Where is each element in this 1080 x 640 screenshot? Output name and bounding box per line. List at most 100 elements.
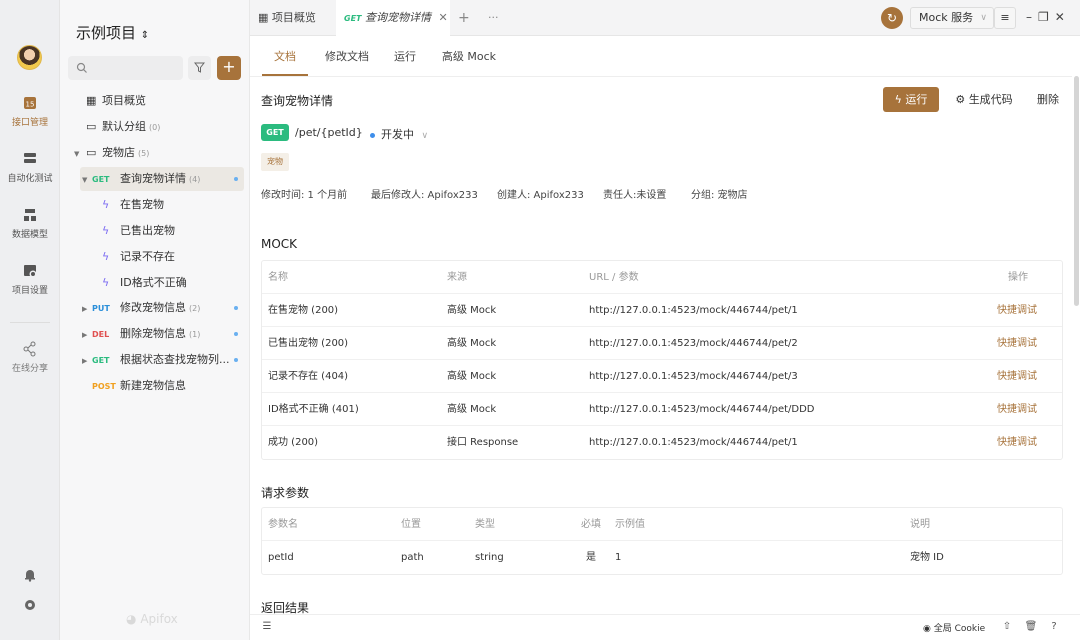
tree-search-input[interactable] xyxy=(68,56,183,80)
param-location: path xyxy=(401,552,424,563)
rail-item-label: 项目设置 xyxy=(11,286,48,296)
project-switcher[interactable]: 示例项目 ⇕ xyxy=(76,22,149,43)
close-icon[interactable]: ✕ xyxy=(439,11,448,24)
menu-icon[interactable]: ≡ xyxy=(994,7,1016,29)
minimize-icon[interactable]: – xyxy=(1026,10,1038,24)
quick-debug-link[interactable]: 快捷调试 xyxy=(997,426,1037,459)
mock-name: 已售出宠物 (200) xyxy=(268,338,349,349)
help-icon[interactable]: ? xyxy=(1047,621,1061,635)
rail-item-api-management[interactable]: 15 接口管理 xyxy=(0,95,60,128)
generate-code-button[interactable]: ⚙ 生成代码 xyxy=(946,87,1022,112)
mock-url[interactable]: http://127.0.0.1:4523/mock/446744/pet/3 xyxy=(589,360,798,393)
window-close-icon[interactable]: ✕ xyxy=(1055,10,1071,24)
mock-url[interactable]: http://127.0.0.1:4523/mock/446744/pet/DD… xyxy=(589,393,814,426)
environment-select[interactable]: Mock 服务 ∨ xyxy=(910,7,994,29)
status-dot xyxy=(370,132,375,138)
run-button[interactable]: ϟ 运行 xyxy=(883,87,939,112)
quick-debug-link[interactable]: 快捷调试 xyxy=(997,327,1037,360)
method-badge: PUT xyxy=(92,304,110,313)
settings-gear-icon[interactable] xyxy=(23,598,37,612)
meta-group: 分组: 宠物店 xyxy=(691,190,748,201)
tree-item-endpoint[interactable]: ▶ GET 根据状态查找宠物列... xyxy=(60,348,250,372)
mock-url[interactable]: http://127.0.0.1:4523/mock/446744/pet/1 xyxy=(589,294,798,327)
status-dot xyxy=(234,177,238,181)
doc-tab-advanced-mock[interactable]: 高级 Mock xyxy=(440,36,498,76)
page-title: 查询宠物详情 xyxy=(261,94,334,108)
doc-tab-run[interactable]: 运行 xyxy=(390,36,420,76)
tree-item-case[interactable]: ϟ 已售出宠物 xyxy=(60,219,250,243)
tree-item-endpoint[interactable]: POST 新建宠物信息 xyxy=(60,374,250,398)
new-tab-button[interactable]: + xyxy=(458,0,474,36)
rail-item-share[interactable]: 在线分享 xyxy=(0,341,60,374)
mock-url[interactable]: http://127.0.0.1:4523/mock/446744/pet/2 xyxy=(589,327,798,360)
mock-source: 高级 Mock xyxy=(447,338,497,349)
scrollbar[interactable] xyxy=(1074,76,1079,306)
tree-item-endpoint[interactable]: ▶ PUT 修改宠物信息 (2) xyxy=(60,296,250,320)
sync-icon[interactable]: ↻ xyxy=(881,7,903,29)
tab-bar: ▦ 项目概览 GET 查询宠物详情 ✕ + ··· ↻ Mock 服务 ∨ ≡ –… xyxy=(250,0,1080,36)
share-icon xyxy=(23,341,36,357)
table-row: ID格式不正确 (401) 高级 Mock http://127.0.0.1:4… xyxy=(262,393,1062,426)
environment-label: Mock 服务 xyxy=(919,11,974,24)
mock-source: 高级 Mock xyxy=(447,371,497,382)
column-header: 位置 xyxy=(401,519,421,530)
upload-icon[interactable]: ⇧ xyxy=(1000,621,1014,635)
bolt-icon: ϟ xyxy=(102,224,110,237)
mock-url[interactable]: http://127.0.0.1:4523/mock/446744/pet/1 xyxy=(589,426,798,459)
status-dot xyxy=(234,358,238,362)
tree-item-count: (0) xyxy=(149,123,161,132)
tree-item-default-group[interactable]: ▭ 默认分组 (0) xyxy=(60,115,250,139)
bolt-icon: ϟ xyxy=(102,250,110,263)
rail-item-automation-test[interactable]: 自动化测试 xyxy=(0,151,60,184)
caret-down-icon: ▼ xyxy=(74,150,80,158)
params-table: 参数名 位置 类型 必填 示例值 说明 petId path string 是 … xyxy=(261,507,1063,575)
global-cookie-button[interactable]: ◉ 全局 Cookie xyxy=(923,621,985,634)
tree-item-case[interactable]: ϟ ID格式不正确 xyxy=(60,271,250,295)
rail-item-label: 自动化测试 xyxy=(7,174,53,184)
tab-label: 项目概览 xyxy=(271,11,316,24)
tree-item-endpoint[interactable]: ▼ GET 查询宠物详情 (4) xyxy=(80,167,244,191)
rail-item-data-model[interactable]: 数据模型 xyxy=(0,207,60,240)
table-row: 成功 (200) 接口 Response http://127.0.0.1:45… xyxy=(262,426,1062,459)
trash-icon[interactable]: 🗑 xyxy=(1024,621,1038,635)
quick-debug-link[interactable]: 快捷调试 xyxy=(997,393,1037,426)
tree-item-count: (4) xyxy=(189,175,201,184)
delete-button[interactable]: 删除 xyxy=(1028,87,1068,112)
quick-debug-link[interactable]: 快捷调试 xyxy=(997,360,1037,393)
tab-overview[interactable]: ▦ 项目概览 xyxy=(258,0,334,36)
generate-code-label: 生成代码 xyxy=(968,93,1013,106)
filter-button[interactable] xyxy=(188,56,211,80)
caret-right-icon: ▶ xyxy=(82,331,88,339)
tab-endpoint-detail[interactable]: GET 查询宠物详情 ✕ xyxy=(336,0,450,36)
tree-item-pet-store[interactable]: ▼ ▭ 宠物店 (5) xyxy=(60,141,250,165)
tree-item-label: 新建宠物信息 xyxy=(120,379,186,392)
status-select[interactable]: 开发中 ∨ xyxy=(370,126,428,142)
apifox-watermark: ◕ Apifox xyxy=(126,612,178,626)
tree-item-overview[interactable]: ▦ 项目概览 xyxy=(60,89,250,113)
tree-item-case[interactable]: ϟ 在售宠物 xyxy=(60,193,250,217)
tree-item-endpoint[interactable]: ▶ DEL 删除宠物信息 (1) xyxy=(60,322,250,346)
meta-modified: 修改时间: 1 个月前 xyxy=(261,190,348,201)
add-endpoint-button[interactable]: + xyxy=(217,56,241,80)
table-row: 记录不存在 (404) 高级 Mock http://127.0.0.1:452… xyxy=(262,360,1062,393)
rail-item-project-settings[interactable]: 项目设置 xyxy=(0,263,60,296)
endpoint-tag[interactable]: 宠物 xyxy=(261,153,289,171)
bell-icon[interactable] xyxy=(23,568,37,582)
quick-debug-link[interactable]: 快捷调试 xyxy=(997,294,1037,327)
method-badge: DEL xyxy=(92,330,110,339)
method-badge: GET xyxy=(261,124,289,141)
mock-name: 成功 (200) xyxy=(268,437,319,448)
user-avatar[interactable] xyxy=(17,45,42,70)
restore-icon[interactable]: ❐ xyxy=(1038,10,1055,24)
meta-modifier: 最后修改人: Apifox233 xyxy=(371,190,478,201)
automation-test-icon xyxy=(24,153,36,163)
doc-tab-edit[interactable]: 修改文档 xyxy=(322,36,372,76)
more-tabs-button[interactable]: ··· xyxy=(488,0,504,36)
mock-source: 高级 Mock xyxy=(447,305,497,316)
table-header: 参数名 位置 类型 必填 示例值 说明 xyxy=(262,508,1062,541)
doc-tab-docs[interactable]: 文档 xyxy=(262,36,308,76)
tree-item-case[interactable]: ϟ 记录不存在 xyxy=(60,245,250,269)
window-controls: –❐✕ xyxy=(1026,10,1071,24)
toggle-sidebar-icon[interactable]: ☰ xyxy=(260,621,274,635)
tree-item-label: 修改宠物信息 xyxy=(120,301,186,314)
